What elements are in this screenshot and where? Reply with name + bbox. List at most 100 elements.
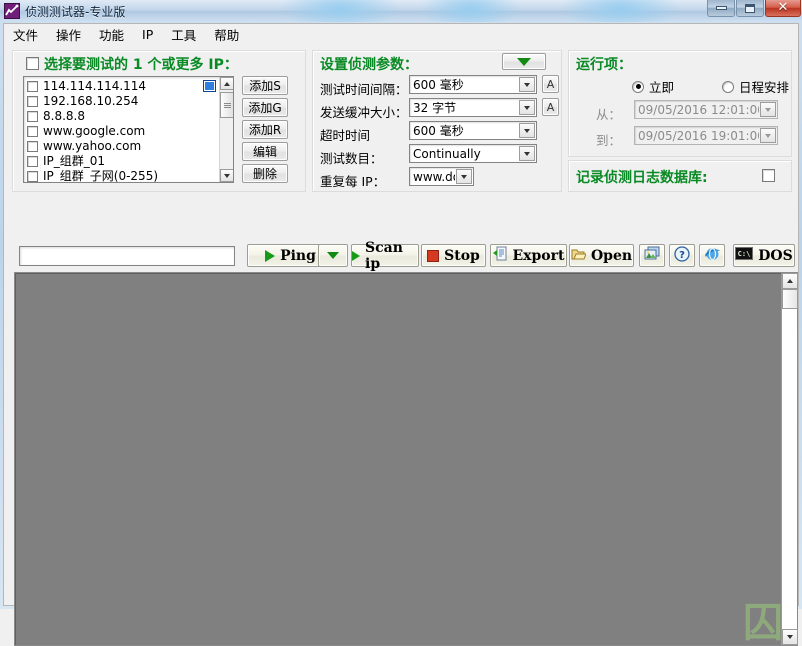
- list-item[interactable]: IP_组群_01: [24, 154, 218, 169]
- ip-item-checkbox[interactable]: [27, 126, 38, 137]
- minimize-button[interactable]: [707, 0, 735, 17]
- output-area[interactable]: 囚: [14, 272, 798, 646]
- list-item[interactable]: 192.168.10.254: [24, 94, 218, 109]
- menu-item-tools[interactable]: 工具: [162, 23, 205, 46]
- params-expand-button[interactable]: [502, 53, 546, 70]
- buffer-size-combo[interactable]: 32 字节: [409, 98, 537, 117]
- folder-open-icon: [571, 247, 586, 265]
- from-datetime-value: 09/05/2016 12:01:00: [635, 103, 759, 117]
- application-window: 侦测测试器-专业版 ✕ 文件 操作 功能 IP 工具 帮助 选择要测试的 1 个…: [0, 0, 802, 609]
- interval-combo[interactable]: 600 毫秒: [409, 75, 537, 94]
- ping-dropdown-button[interactable]: [318, 244, 348, 267]
- close-button[interactable]: ✕: [765, 0, 801, 17]
- buffer-size-aux-button[interactable]: A: [542, 98, 559, 116]
- edit-button[interactable]: 编辑: [242, 142, 288, 161]
- repeat-each-ip-value: www.dow: [410, 170, 455, 184]
- ip-item-checkbox[interactable]: [27, 156, 38, 167]
- close-icon: ✕: [778, 2, 789, 14]
- to-datetime-field[interactable]: 09/05/2016 19:01:00: [634, 126, 778, 145]
- chevron-down-icon[interactable]: [760, 128, 776, 143]
- timeout-combo[interactable]: 600 毫秒: [409, 121, 537, 140]
- stop-label: Stop: [444, 248, 480, 264]
- dos-button[interactable]: C:\ DOS: [733, 244, 795, 267]
- ip-item-checkbox[interactable]: [27, 141, 38, 152]
- radio-run-schedule[interactable]: 日程安排: [722, 77, 789, 96]
- chevron-down-icon[interactable]: [519, 123, 535, 138]
- scroll-up-button[interactable]: [220, 77, 234, 90]
- scan-ip-label: Scan ip: [365, 240, 418, 272]
- interval-label: 测试时间间隔：: [320, 79, 408, 98]
- triangle-down-icon: [787, 635, 793, 639]
- scan-ip-button[interactable]: Scan ip: [351, 244, 419, 267]
- ip-item-checkbox[interactable]: [27, 111, 38, 122]
- radio-indicator: [632, 81, 644, 93]
- dos-label: DOS: [758, 248, 792, 264]
- log-database-checkbox[interactable]: [762, 169, 775, 182]
- document-export-icon: [493, 246, 508, 265]
- browser-button[interactable]: [699, 244, 725, 267]
- stop-button[interactable]: Stop: [421, 244, 486, 267]
- chevron-down-icon[interactable]: [519, 100, 535, 115]
- ip-list-scrollbar[interactable]: [219, 77, 233, 182]
- scrollbar-thumb[interactable]: [220, 92, 234, 118]
- add-r-button[interactable]: 添加R: [242, 120, 288, 139]
- ip-item-checkbox[interactable]: [27, 96, 38, 107]
- ip-list[interactable]: 114.114.114.114 192.168.10.254 8.8.8.8 w…: [23, 76, 234, 183]
- menu-item-operate[interactable]: 操作: [47, 23, 90, 46]
- ip-item-checkbox[interactable]: [27, 171, 38, 182]
- select-all-ip-checkbox[interactable]: [26, 57, 39, 70]
- maximize-button[interactable]: [736, 0, 764, 17]
- chevron-down-icon[interactable]: [519, 146, 535, 161]
- test-count-label: 测试数目：: [320, 148, 383, 167]
- timeout-value: 600 毫秒: [410, 122, 518, 139]
- ip-item-marker[interactable]: [203, 80, 216, 92]
- list-item[interactable]: 114.114.114.114: [24, 79, 218, 94]
- scroll-down-button[interactable]: [782, 629, 798, 645]
- window-controls: ✕: [706, 0, 801, 17]
- client-area: 选择要测试的 1 个或更多 IP： 114.114.114.114 192.16…: [3, 44, 799, 606]
- chevron-down-icon[interactable]: [519, 77, 535, 92]
- test-count-combo[interactable]: Continually: [409, 144, 537, 163]
- run-options-title: 运行项：: [576, 54, 632, 74]
- toolbar: Ping Scan ip Stop: [7, 243, 799, 270]
- open-button[interactable]: Open: [569, 244, 634, 267]
- screenshot-button[interactable]: [639, 244, 665, 267]
- ip-item-label: 114.114.114.114: [43, 80, 146, 93]
- triangle-up-icon: [787, 279, 793, 283]
- ip-item-label: 8.8.8.8: [43, 110, 85, 123]
- ip-item-label: 192.168.10.254: [43, 95, 138, 108]
- list-item[interactable]: IP_组群_子网(0-255): [24, 169, 218, 183]
- chevron-down-icon[interactable]: [760, 102, 776, 117]
- chevron-down-icon[interactable]: [456, 169, 472, 184]
- menu-item-file[interactable]: 文件: [4, 23, 47, 46]
- export-label: Export: [513, 248, 565, 264]
- ip-item-label: www.google.com: [43, 125, 145, 138]
- menu-item-function[interactable]: 功能: [90, 23, 133, 46]
- list-item[interactable]: www.yahoo.com: [24, 139, 218, 154]
- scroll-down-button[interactable]: [220, 169, 234, 182]
- menu-item-ip[interactable]: IP: [133, 25, 162, 44]
- add-g-button[interactable]: 添加G: [242, 98, 288, 117]
- scrollbar-thumb[interactable]: [782, 289, 798, 309]
- from-label: 从：: [596, 104, 621, 123]
- buffer-size-label: 发送缓冲大小：: [320, 102, 408, 121]
- interval-aux-button[interactable]: A: [542, 75, 559, 93]
- help-button[interactable]: ?: [669, 244, 695, 267]
- menu-item-help[interactable]: 帮助: [205, 23, 248, 46]
- stop-square-icon: [427, 250, 439, 262]
- ip-item-label: www.yahoo.com: [43, 140, 141, 153]
- delete-button[interactable]: 删除: [242, 164, 288, 183]
- console-icon: C:\: [735, 247, 753, 264]
- output-scrollbar[interactable]: [781, 273, 797, 645]
- open-label: Open: [591, 248, 632, 264]
- list-item[interactable]: www.google.com: [24, 124, 218, 139]
- add-s-button[interactable]: 添加S: [242, 76, 288, 95]
- radio-run-now[interactable]: 立即: [632, 77, 674, 96]
- ip-item-checkbox[interactable]: [27, 81, 38, 92]
- from-datetime-field[interactable]: 09/05/2016 12:01:00: [634, 100, 778, 119]
- list-item[interactable]: 8.8.8.8: [24, 109, 218, 124]
- scroll-up-button[interactable]: [782, 273, 798, 289]
- repeat-each-ip-combo[interactable]: www.dow: [409, 167, 474, 186]
- export-button[interactable]: Export: [490, 244, 567, 267]
- ip-input[interactable]: [19, 246, 235, 266]
